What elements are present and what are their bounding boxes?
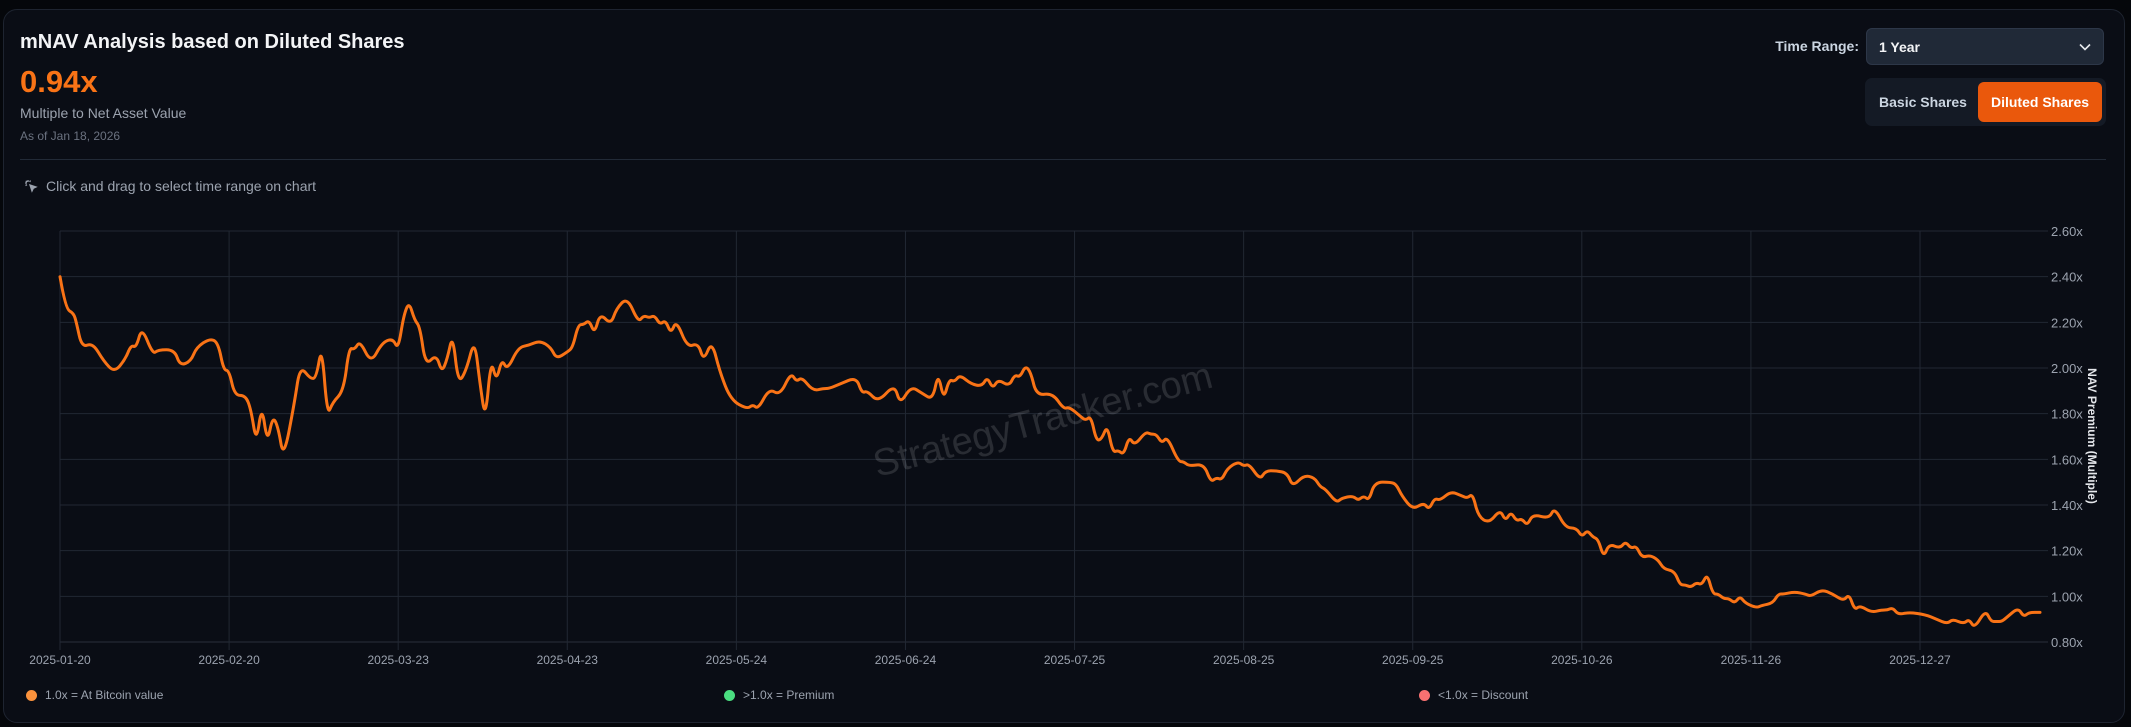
legend-item-at-value: 1.0x = At Bitcoin value (26, 688, 163, 702)
y-tick-label: 1.00x (2051, 589, 2083, 604)
legend-item-premium: >1.0x = Premium (724, 688, 834, 702)
y-tick-label: 1.80x (2051, 407, 2083, 422)
legend-label: 1.0x = At Bitcoin value (45, 688, 164, 702)
x-tick-label: 2025-10-26 (1551, 653, 1613, 667)
watermark: StrategyTracker.com (869, 355, 1217, 486)
legend-label: <1.0x = Discount (1438, 688, 1529, 702)
x-tick-label: 2025-03-23 (367, 653, 429, 667)
mnav-line-chart[interactable]: 0.80x 1.00x 1.20x 1.40x 1.60x 1.80x 2.00x 2.20x… (0, 0, 2131, 727)
mnav-series-line (58, 275, 2042, 627)
legend-dot-red (1419, 689, 1430, 701)
x-tick-label: 2025-04-23 (537, 653, 599, 667)
x-tick-label: 2025-12-27 (1889, 653, 1951, 667)
x-tick-label: 2025-01-20 (29, 653, 91, 667)
legend-label: >1.0x = Premium (743, 688, 835, 702)
y-axis-title: NAV Premium (Multiple) (2085, 368, 2099, 504)
y-tick-label: 2.20x (2051, 315, 2083, 330)
legend-dot-green (724, 689, 735, 701)
y-tick-label: 1.40x (2051, 498, 2083, 513)
y-tick-label: 1.20x (2051, 544, 2083, 559)
x-tick-label: 2025-08-25 (1213, 653, 1275, 667)
y-tick-label: 2.60x (2051, 224, 2083, 239)
y-tick-label: 2.40x (2051, 270, 2083, 285)
x-tick-label: 2025-09-25 (1382, 653, 1444, 667)
legend-dot-orange (26, 689, 37, 701)
x-tick-label: 2025-05-24 (706, 653, 768, 667)
x-tick-label: 2025-02-20 (198, 653, 260, 667)
x-tick-label: 2025-07-25 (1044, 653, 1106, 667)
y-tick-label: 1.60x (2051, 452, 2083, 467)
x-tick-label: 2025-11-26 (1721, 653, 1782, 667)
legend-item-discount: <1.0x = Discount (1419, 688, 1528, 702)
y-tick-label: 2.00x (2051, 361, 2083, 376)
y-tick-label: 0.80x (2051, 635, 2083, 650)
x-tick-label: 2025-06-24 (875, 653, 937, 667)
